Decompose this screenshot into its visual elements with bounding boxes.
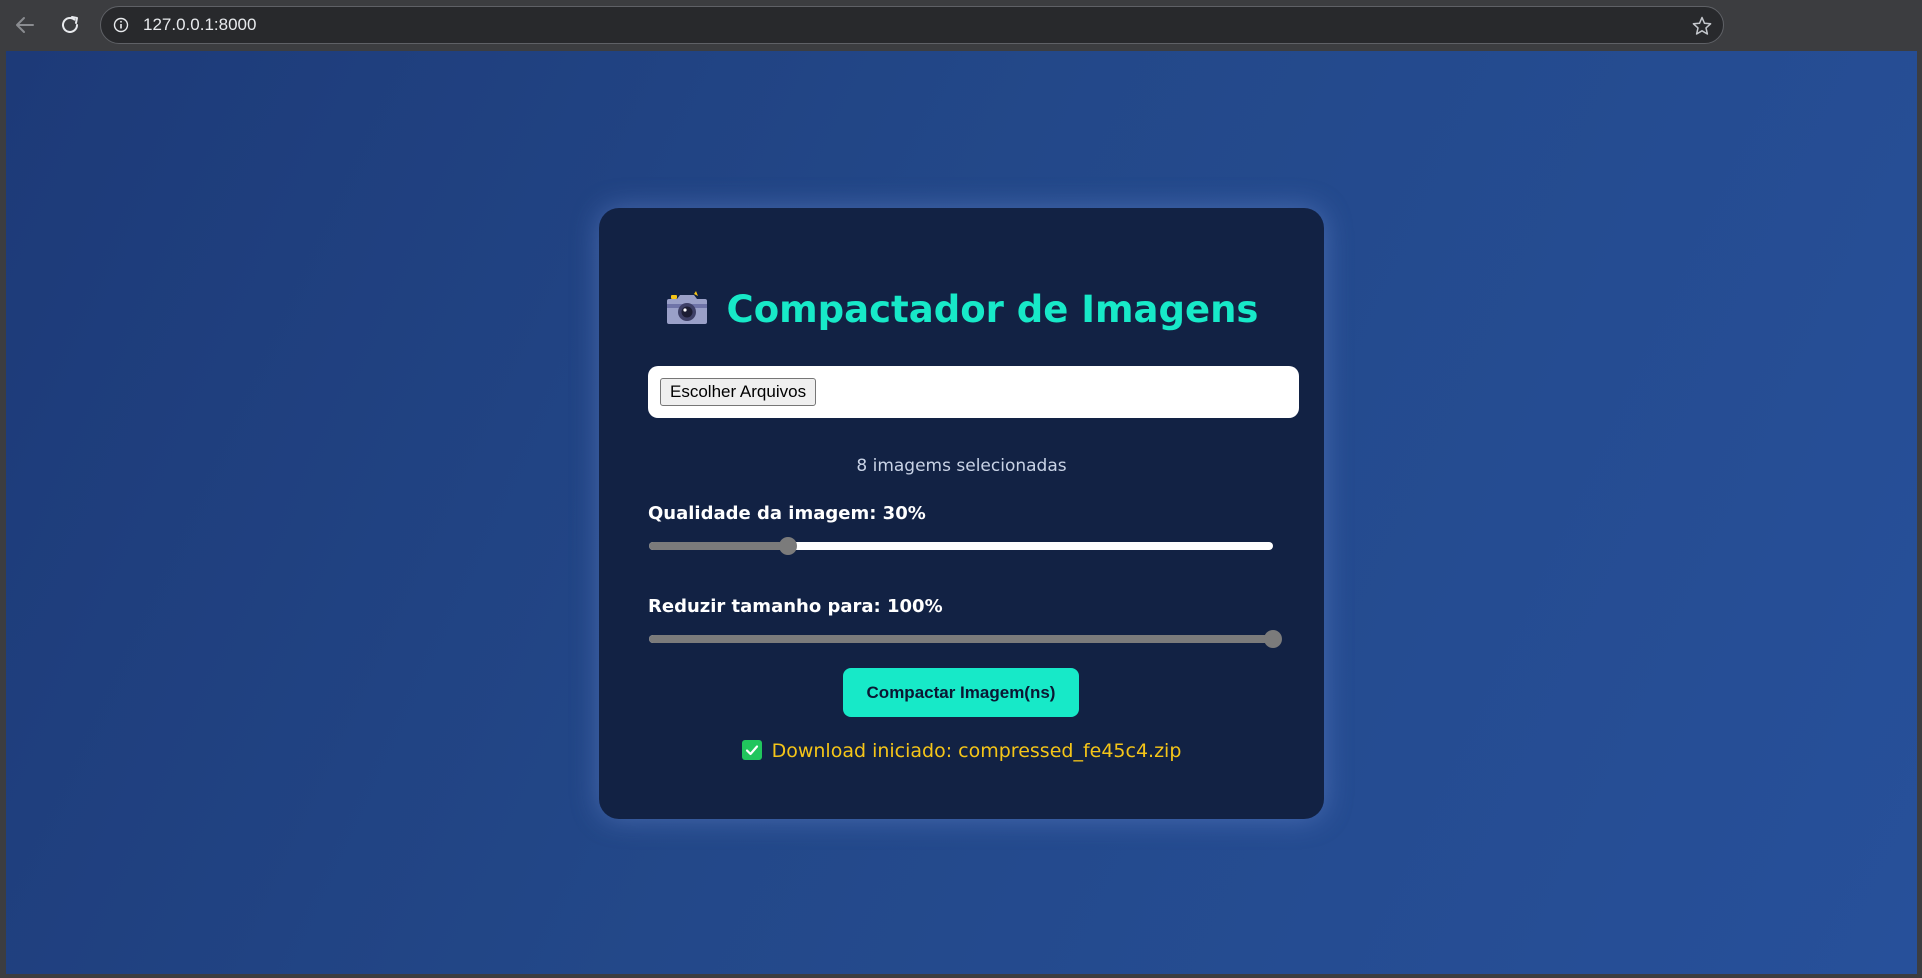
size-slider-thumb[interactable]	[1264, 630, 1282, 648]
download-status: Download iniciado: compressed_fe45c4.zip	[599, 739, 1324, 762]
quality-slider[interactable]	[649, 537, 1273, 555]
info-icon[interactable]	[113, 17, 129, 33]
back-button[interactable]	[12, 12, 38, 38]
size-slider-fill	[649, 635, 1273, 643]
quality-slider-thumb[interactable]	[778, 537, 797, 555]
page-title: Compactador de Imagens	[599, 288, 1324, 331]
title-text: Compactador de Imagens	[726, 288, 1259, 331]
url-text[interactable]: 127.0.0.1:8000	[143, 7, 256, 43]
check-icon	[741, 739, 762, 760]
size-slider[interactable]	[649, 630, 1282, 648]
back-arrow-icon	[16, 17, 34, 33]
compressor-card: Compactador de Imagens Escolher Arquivos…	[599, 208, 1324, 819]
reload-button[interactable]	[57, 12, 83, 38]
star-icon[interactable]	[1691, 15, 1713, 37]
quality-slider-fill	[649, 542, 788, 550]
selected-count-text: 8 imagems selecionadas	[856, 456, 1067, 476]
compress-button[interactable]: Compactar Imagem(ns)	[843, 668, 1079, 717]
reload-icon	[62, 16, 78, 33]
quality-label: Qualidade da imagem: 30%	[648, 503, 926, 524]
browser-toolbar: 127.0.0.1:8000	[0, 0, 1922, 50]
status-text: Download iniciado: compressed_fe45c4.zip	[771, 740, 1182, 762]
choose-files-button[interactable]: Escolher Arquivos	[660, 378, 817, 406]
page-viewport: Compactador de Imagens Escolher Arquivos…	[6, 51, 1917, 974]
size-label: Reduzir tamanho para: 100%	[648, 596, 943, 617]
address-bar[interactable]: 127.0.0.1:8000	[100, 6, 1724, 44]
file-input[interactable]: Escolher Arquivos	[648, 366, 1299, 418]
camera-icon	[666, 290, 707, 324]
